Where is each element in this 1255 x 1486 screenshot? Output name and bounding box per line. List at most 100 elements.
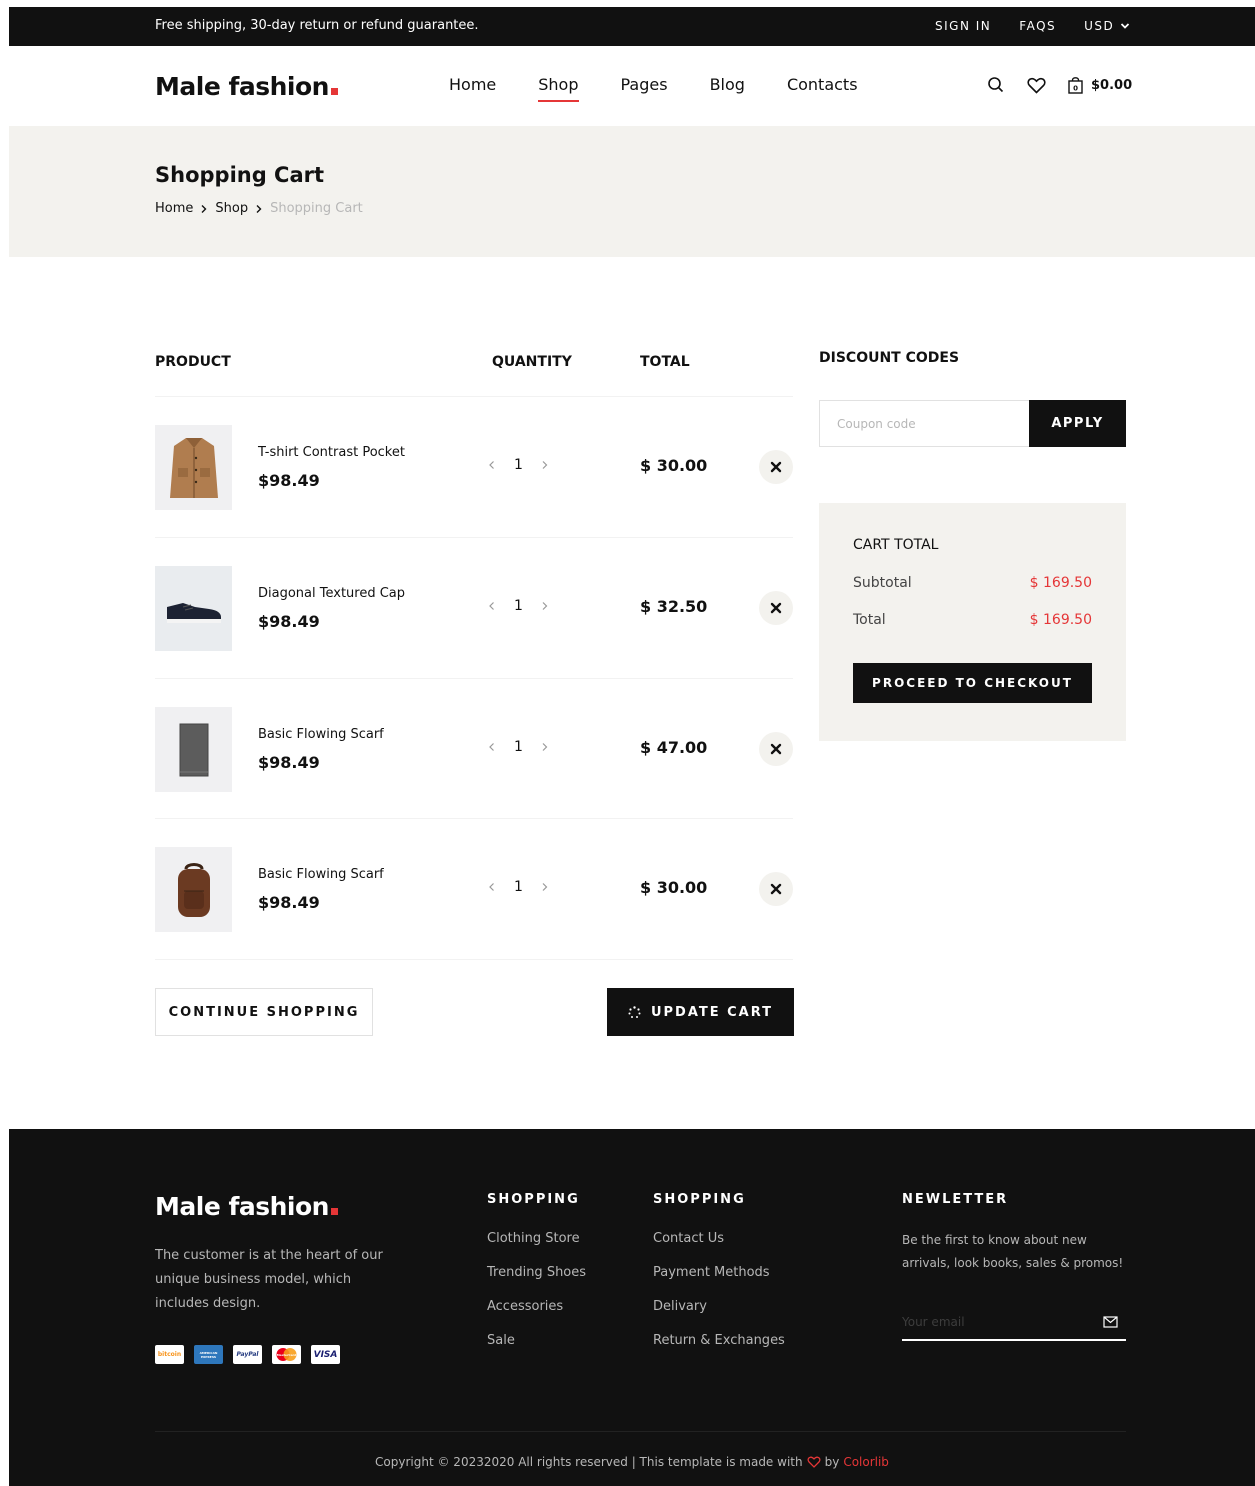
breadcrumb-home[interactable]: Home [155,201,193,216]
header-cart[interactable]: 0 $0.00 [1068,76,1133,94]
footer-link-accessories[interactable]: Accessories [487,1299,586,1314]
breadcrumb-current: Shopping Cart [270,201,363,216]
footer-link-sale[interactable]: Sale [487,1333,586,1348]
nav-contacts[interactable]: Contacts [787,75,858,94]
footer-column-shopping: SHOPPING Clothing Store Trending Shoes A… [487,1192,586,1367]
update-cart-label: UPDATE CART [650,1004,774,1020]
chevron-left-icon[interactable] [488,882,496,892]
nav-home[interactable]: Home [449,75,496,94]
quantity-stepper[interactable]: 1 [488,598,549,614]
continue-shopping-button[interactable]: CONTINUE SHOPPING [155,988,373,1036]
quantity-value[interactable]: 1 [514,879,523,895]
quantity-value[interactable]: 1 [514,457,523,473]
quantity-stepper[interactable]: 1 [488,739,549,755]
chevron-right-icon[interactable] [541,460,549,470]
remove-item-button[interactable] [759,732,793,766]
nav-blog[interactable]: Blog [710,75,745,94]
column-header-total: TOTAL [640,354,690,370]
quantity-stepper[interactable]: 1 [488,879,549,895]
colorlib-link[interactable]: Colorlib [843,1455,889,1469]
product-name[interactable]: Basic Flowing Scarf [258,867,384,882]
footer-column-title: SHOPPING [487,1192,580,1207]
subtotal-value: $ 169.50 [1029,575,1092,591]
remove-item-button[interactable] [759,872,793,906]
proceed-to-checkout-button[interactable]: PROCEED TO CHECKOUT [853,663,1092,703]
newsletter-title: NEWLETTER [902,1192,1009,1207]
chevron-right-icon[interactable] [541,601,549,611]
product-image-scarf[interactable] [155,707,232,792]
sign-in-link[interactable]: SIGN IN [935,19,991,33]
chevron-left-icon[interactable] [488,742,496,752]
footer-link-delivary[interactable]: Delivary [653,1299,785,1314]
cart-row: Diagonal Textured Cap $98.49 1 $ 32.50 [155,566,795,651]
chevron-right-icon [200,204,208,214]
cart-row: Basic Flowing Scarf $98.49 1 $ 30.00 [155,847,795,932]
row-divider [155,959,793,960]
remove-item-button[interactable] [759,591,793,625]
product-name[interactable]: T-shirt Contrast Pocket [258,445,405,460]
remove-item-button[interactable] [759,450,793,484]
product-name[interactable]: Diagonal Textured Cap [258,586,405,601]
apply-button[interactable]: APPLY [1029,400,1126,447]
discount-title: DISCOUNT CODES [819,350,960,366]
copyright-text: Copyright © 20232020 All rights reserved… [375,1455,803,1469]
search-icon[interactable] [987,76,1005,94]
product-image-backpack[interactable] [155,847,232,932]
nav-shop[interactable]: Shop [538,75,579,102]
product-image-sneaker[interactable] [155,566,232,651]
close-icon [770,602,782,614]
logo[interactable]: Male fashion [155,72,338,101]
nav-pages[interactable]: Pages [621,75,668,94]
cart-row: Basic Flowing Scarf $98.49 1 $ 47.00 [155,707,795,792]
quantity-value[interactable]: 1 [514,739,523,755]
currency-selector[interactable]: USD [1084,19,1130,33]
footer-logo[interactable]: Male fashion [155,1192,338,1221]
visa-icon: VISA [311,1345,340,1364]
row-total: $ 32.50 [640,597,708,616]
footer-about: The customer is at the heart of our uniq… [155,1248,383,1311]
footer-column-title: SHOPPING [653,1192,746,1207]
update-cart-button[interactable]: UPDATE CART [607,988,794,1036]
quantity-stepper[interactable]: 1 [488,457,549,473]
envelope-icon[interactable] [1103,1315,1118,1328]
footer-link-trending-shoes[interactable]: Trending Shoes [487,1265,586,1280]
footer-link-return-exchanges[interactable]: Return & Exchanges [653,1333,785,1348]
shipping-message: Free shipping, 30-day return or refund g… [155,18,479,33]
site-header: Male fashion Home Shop Pages Blog Contac… [9,46,1255,126]
copyright: Copyright © 20232020 All rights reserved… [9,1455,1255,1469]
spinner-icon [628,1005,641,1018]
heart-icon[interactable] [1027,77,1046,94]
chevron-down-icon [1121,23,1130,29]
site-footer: Male fashion The customer is at the hear… [9,1129,1255,1486]
subtotal-label: Subtotal [853,575,912,591]
row-divider [155,537,793,538]
top-bar: Free shipping, 30-day return or refund g… [9,7,1255,46]
amex-icon: AMERICAN EXPRESS [194,1345,223,1364]
chevron-right-icon[interactable] [541,882,549,892]
column-header-quantity: QUANTITY [492,354,572,370]
coupon-input[interactable] [820,401,1029,446]
footer-link-contact-us[interactable]: Contact Us [653,1231,785,1246]
quantity-value[interactable]: 1 [514,598,523,614]
bitcoin-icon: bitcoin [155,1345,184,1364]
footer-link-clothing-store[interactable]: Clothing Store [487,1231,586,1246]
row-total: $ 30.00 [640,456,708,475]
chevron-left-icon[interactable] [488,460,496,470]
newsletter: NEWLETTER Be the first to know about new… [902,1192,1126,1275]
svg-text:0: 0 [1073,84,1078,92]
cart-amount: $0.00 [1091,77,1133,93]
breadcrumb-shop[interactable]: Shop [215,201,248,216]
footer-link-payment-methods[interactable]: Payment Methods [653,1265,785,1280]
product-name[interactable]: Basic Flowing Scarf [258,727,384,742]
chevron-left-icon[interactable] [488,601,496,611]
payment-label-bitcoin: bitcoin [157,1351,182,1358]
newsletter-email-input[interactable] [902,1314,1103,1329]
cart-row: T-shirt Contrast Pocket $98.49 1 $ 30.00 [155,425,795,510]
breadcrumb-section: Shopping Cart Home Shop Shopping Cart [9,126,1255,257]
product-price: $98.49 [258,471,320,490]
footer-divider [155,1431,1126,1432]
product-image-jacket[interactable] [155,425,232,510]
faqs-link[interactable]: FAQS [1019,19,1056,33]
chevron-right-icon[interactable] [541,742,549,752]
row-divider [155,818,793,819]
